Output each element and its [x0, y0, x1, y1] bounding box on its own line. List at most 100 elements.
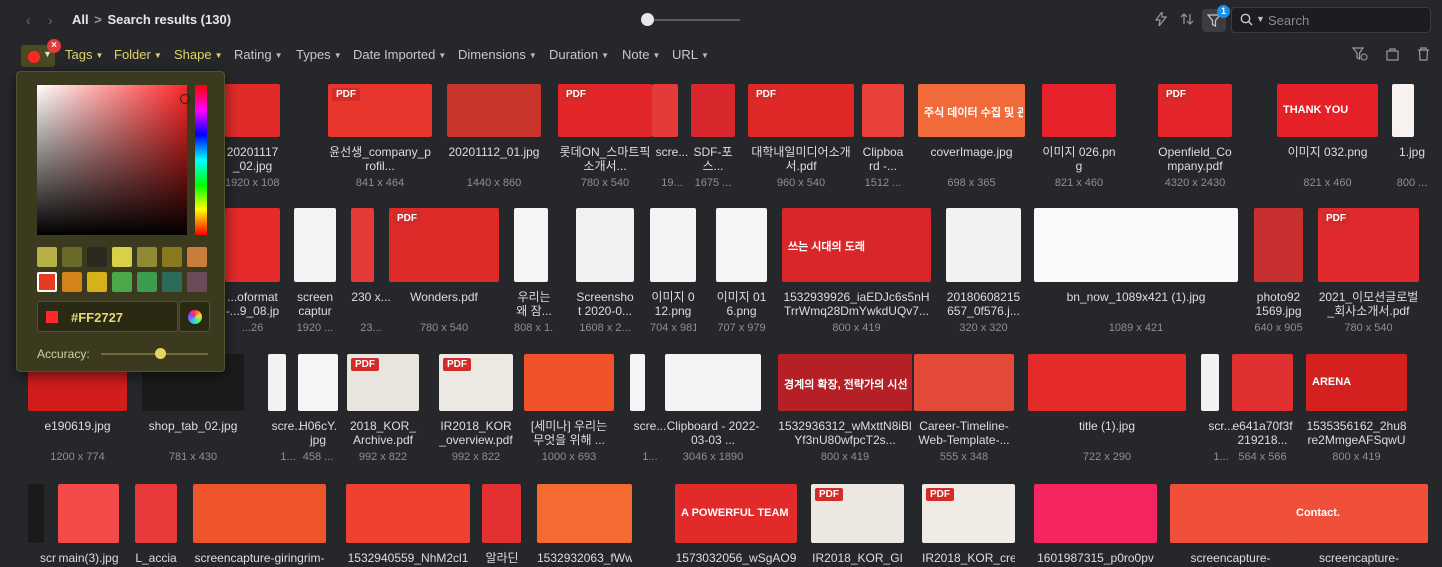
search-scope-chevron-icon[interactable]: ▼ [1256, 14, 1265, 24]
thumbnail[interactable] [691, 84, 735, 137]
thumbnail[interactable]: PDF [439, 354, 513, 411]
saturation-value-area[interactable] [37, 85, 190, 235]
thumbnail[interactable] [135, 484, 177, 543]
color-swatch[interactable] [162, 272, 182, 292]
thumbnail[interactable]: PDF [922, 484, 1015, 543]
thumbnail[interactable]: THANK YOU [1277, 84, 1378, 137]
color-swatch[interactable] [37, 272, 57, 292]
grid-item[interactable]: main(3).jpg [58, 484, 119, 567]
thumbnail[interactable]: PDF [1158, 84, 1232, 137]
grid-item[interactable]: 1601987315_p0ro0pv [1034, 484, 1157, 567]
hue-slider[interactable] [195, 85, 207, 235]
thumbnail[interactable]: ARENA [1306, 354, 1407, 411]
thumbnail[interactable] [1170, 484, 1291, 543]
thumbnail[interactable] [28, 484, 44, 543]
thumbnail[interactable]: A POWERFUL TEAM [675, 484, 797, 543]
thumbnail[interactable]: PDF [1318, 208, 1419, 282]
thumbnail[interactable] [1034, 208, 1238, 282]
color-swatch[interactable] [162, 247, 182, 267]
thumbnail[interactable] [1028, 354, 1186, 411]
grid-item[interactable]: 알라딘 [482, 484, 521, 567]
thumbnail[interactable] [716, 208, 767, 282]
grid-item[interactable]: A POWERFUL TEAM 1573032056_wSgAO9 [675, 484, 797, 567]
grid-item[interactable]: scr [28, 484, 56, 567]
thumbnail[interactable]: PDF [347, 354, 419, 411]
grid-item[interactable]: screencapture-giringrim- [193, 484, 326, 567]
color-swatch[interactable] [137, 247, 157, 267]
thumbnail[interactable] [524, 354, 614, 411]
forward-icon[interactable]: › [48, 12, 53, 28]
thumbnail[interactable] [514, 208, 548, 282]
filter-note[interactable]: Note ▼ [622, 47, 660, 62]
save-filter-icon[interactable] [1386, 47, 1399, 64]
thumbnail[interactable]: 경계의 확장, 전략가의 시선 [778, 354, 912, 411]
thumbnail[interactable]: PDF [389, 208, 499, 282]
color-area-knob[interactable] [180, 94, 190, 104]
grid-item[interactable]: screencapture- [1170, 484, 1291, 567]
thumbnail[interactable] [225, 84, 280, 137]
thumbnail[interactable] [630, 354, 645, 411]
filter-folder[interactable]: Folder ▼ [114, 47, 162, 62]
thumbnail[interactable]: 주식 데이터 수집 및 관리 With R [918, 84, 1025, 137]
thumbnail[interactable] [58, 484, 119, 543]
filter-types[interactable]: Types ▼ [296, 47, 342, 62]
grid-item[interactable]: 1532940559_NhM2cl1 [346, 484, 470, 567]
filter-url[interactable]: URL ▼ [672, 47, 709, 62]
filter-dimensions[interactable]: Dimensions ▼ [458, 47, 537, 62]
color-swatch[interactable] [87, 272, 107, 292]
grid-item[interactable]: L_accia [135, 484, 177, 567]
clear-filters-icon[interactable] [1351, 47, 1368, 64]
accuracy-slider-knob[interactable] [154, 348, 166, 359]
breadcrumb-root[interactable]: All [72, 12, 89, 27]
thumbnail[interactable]: PDF [748, 84, 854, 137]
filter-duration[interactable]: Duration ▼ [549, 47, 609, 62]
thumbnail[interactable] [1201, 354, 1219, 411]
thumbnail-size-slider[interactable] [648, 19, 740, 21]
thumbnail[interactable] [665, 354, 761, 411]
thumbnail[interactable] [482, 484, 521, 543]
search-box[interactable]: ▼ [1231, 7, 1431, 33]
thumbnail[interactable]: PDF [328, 84, 432, 137]
color-swatch[interactable] [87, 247, 107, 267]
thumbnail[interactable]: 쓰는 시대의 도래 [782, 208, 931, 282]
thumbnail[interactable] [537, 484, 632, 543]
thumbnail[interactable] [294, 208, 336, 282]
color-swatch[interactable] [112, 272, 132, 292]
filter-shape[interactable]: Shape ▼ [174, 47, 223, 62]
color-swatch[interactable] [112, 247, 132, 267]
thumbnail[interactable] [346, 484, 470, 543]
thumbnail[interactable] [576, 208, 634, 282]
thumbnail[interactable] [351, 208, 374, 282]
hex-input-field[interactable]: #FF2727 [37, 301, 178, 332]
thumbnail[interactable] [298, 354, 338, 411]
thumbnail[interactable] [193, 484, 326, 543]
thumbnail[interactable]: PDF [558, 84, 652, 137]
thumbnail[interactable] [1034, 484, 1157, 543]
grid-item[interactable]: Contact. screencapture- [1290, 484, 1428, 567]
thumbnail[interactable] [268, 354, 286, 411]
filter-tags[interactable]: Tags ▼ [65, 47, 103, 62]
back-icon[interactable]: ‹ [26, 12, 31, 28]
search-input[interactable] [1268, 11, 1423, 29]
color-swatch[interactable] [137, 272, 157, 292]
thumbnail[interactable] [862, 84, 904, 137]
thumbnail[interactable] [652, 84, 678, 137]
grid-item[interactable]: 1532932063_fWwFIPz [537, 484, 632, 567]
color-swatch[interactable] [187, 247, 207, 267]
filter-date-imported[interactable]: Date Imported ▼ [353, 47, 446, 62]
lightning-icon[interactable] [1150, 10, 1172, 32]
thumbnail[interactable] [650, 208, 696, 282]
thumbnail[interactable]: Contact. [1290, 484, 1428, 543]
thumbnail[interactable] [946, 208, 1021, 282]
color-swatch[interactable] [187, 272, 207, 292]
grid-item[interactable]: PDF IR2018_KOR_GI [811, 484, 904, 567]
trash-icon[interactable] [1417, 47, 1430, 64]
grid-item[interactable]: PDF IR2018_KOR_cre [922, 484, 1015, 567]
thumbnail[interactable] [914, 354, 1014, 411]
thumbnail[interactable]: PDF [811, 484, 904, 543]
color-swatch[interactable] [37, 247, 57, 267]
thumbnail[interactable] [1392, 84, 1414, 137]
sort-icon[interactable] [1176, 10, 1198, 32]
thumbnail[interactable] [447, 84, 541, 137]
color-wheel-button[interactable] [179, 301, 210, 332]
